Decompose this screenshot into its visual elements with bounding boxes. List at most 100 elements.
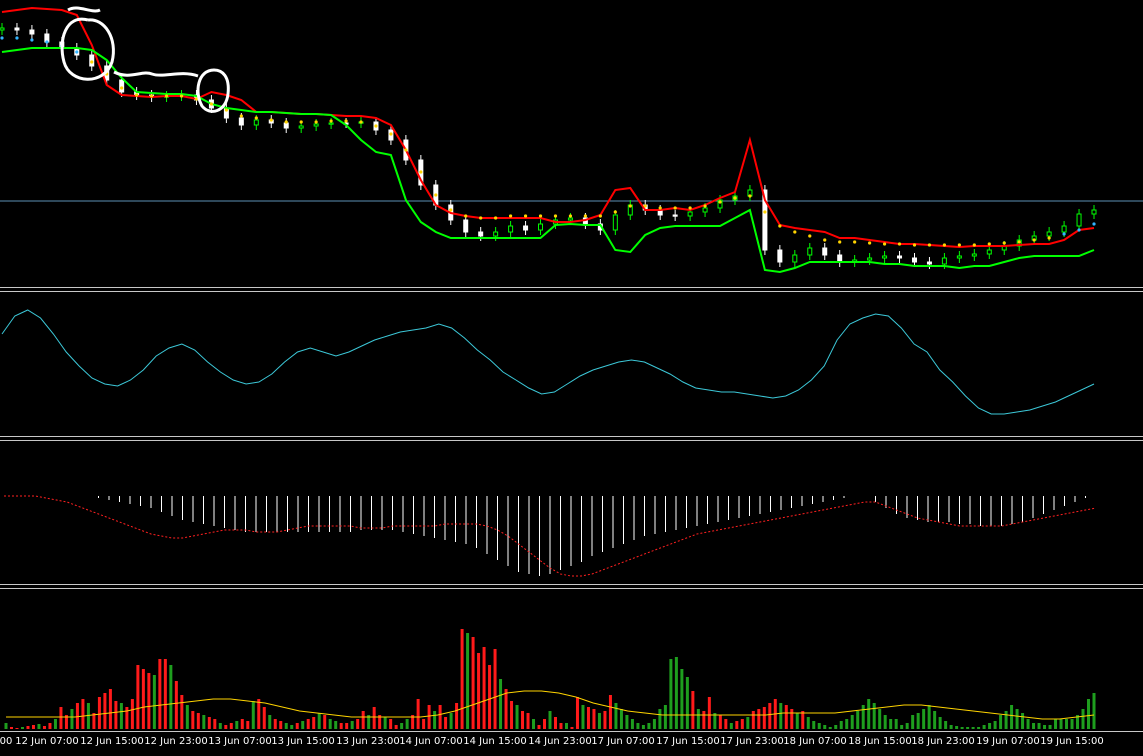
candle-body: [328, 122, 334, 125]
volume-bar: [141, 669, 145, 729]
moving-average-dot: [972, 243, 976, 247]
volume-bar: [922, 709, 926, 729]
moving-average-dot: [329, 119, 333, 123]
time-axis-label: 19 Jun 15:00: [1040, 736, 1104, 747]
volume-bar: [548, 711, 552, 729]
volume-bar: [180, 695, 184, 729]
volume-bar: [361, 711, 365, 729]
volume-bar: [735, 721, 739, 729]
candle-body: [253, 119, 259, 126]
volume-bar: [1092, 693, 1096, 729]
volume-bar: [625, 715, 629, 729]
volume-bar: [389, 719, 393, 729]
volume-bar: [163, 659, 167, 729]
time-axis-label: 14 Jun 07:00: [399, 736, 463, 747]
volume-bar: [218, 723, 222, 729]
volume-bar: [630, 719, 634, 729]
volume-bar: [779, 703, 783, 729]
candle-body: [882, 255, 888, 259]
moving-average-dot: [1017, 240, 1021, 244]
moving-average-dot: [823, 238, 827, 242]
volume-bar: [707, 697, 711, 729]
volume-bar: [394, 725, 398, 729]
volume-bar: [581, 705, 585, 729]
moving-average-dot: [164, 94, 169, 98]
moving-average-dot: [404, 148, 408, 152]
volume-bar: [894, 719, 898, 729]
volume-bar: [570, 727, 574, 729]
volume-bar: [1065, 719, 1069, 729]
moving-average-dot: [254, 116, 258, 120]
moving-average-dot: [449, 208, 453, 212]
lower-band-line: [1, 47, 1095, 274]
candle-body: [687, 211, 693, 217]
volume-bar: [839, 721, 843, 729]
volume-bar: [471, 637, 475, 729]
volume-bar: [669, 659, 673, 729]
volume-bar: [136, 665, 140, 729]
candle-body: [283, 122, 289, 129]
moving-average-dot: [209, 102, 214, 106]
volume-bar: [1021, 713, 1025, 729]
volume-bar: [768, 703, 772, 729]
volume-panel[interactable]: [0, 589, 1143, 731]
moving-average-dot: [987, 242, 991, 246]
volume-bar: [31, 725, 35, 729]
volume-bar: [543, 719, 547, 729]
volume-bar: [207, 717, 211, 729]
volume-bar: [460, 629, 464, 729]
moving-average-dot: [389, 132, 393, 136]
volume-bar: [564, 723, 568, 729]
volume-bar: [515, 705, 519, 729]
candle-body: [523, 225, 529, 231]
moving-average-dot: [479, 216, 483, 220]
time-axis-label: 12 Jun 23:00: [144, 736, 208, 747]
volume-bar: [20, 727, 24, 729]
volume-bar: [1010, 705, 1014, 729]
oscillator-panel[interactable]: [0, 292, 1143, 436]
moving-average-dot: [419, 170, 423, 174]
time-axis-line: [0, 731, 1143, 732]
volume-bar: [521, 711, 525, 729]
volume-bar: [26, 726, 30, 729]
volume-bar: [158, 659, 162, 729]
volume-bar: [911, 715, 915, 729]
candle-body: [1076, 213, 1082, 227]
moving-average-dot: [75, 50, 79, 54]
moving-average-dot: [688, 206, 692, 210]
macd-panel[interactable]: [0, 441, 1143, 584]
volume-bar: [235, 721, 239, 729]
price-chart-canvas: [0, 6, 1143, 274]
volume-bar: [658, 709, 662, 729]
chart-window[interactable]: 00 12 Jun 07:00 12 Jun 15:00 12 Jun 23:0…: [0, 0, 1143, 756]
moving-average-dot: [868, 241, 872, 245]
candle-body: [493, 231, 499, 237]
volume-bar: [1015, 709, 1019, 729]
volume-bar: [37, 724, 41, 729]
volume-bar: [977, 727, 981, 729]
volume-bar: [427, 705, 431, 729]
moving-average-dot: [269, 118, 273, 122]
candle-body: [941, 257, 947, 265]
volume-bar: [641, 725, 645, 729]
candle-body: [14, 27, 20, 31]
candle-body: [612, 214, 618, 231]
volume-bar: [97, 697, 101, 729]
volume-bar: [674, 657, 678, 729]
volume-bar: [433, 711, 437, 729]
candle-body: [986, 249, 992, 255]
volume-bar: [751, 711, 755, 729]
volume-bar: [740, 719, 744, 729]
moving-average-dot: [673, 206, 677, 210]
moving-average-dot: [90, 60, 94, 64]
price-chart-panel[interactable]: [0, 0, 1143, 287]
volume-bar: [279, 721, 283, 729]
annotation-stroke: [67, 6, 101, 13]
time-axis-label: 18 Jun 07:00: [783, 736, 847, 747]
moving-average-dot: [838, 240, 842, 244]
volume-bar: [608, 695, 612, 729]
moving-average-dot: [583, 214, 587, 218]
volume-bar: [114, 701, 118, 729]
volume-bar: [103, 693, 107, 729]
volume-bar: [152, 675, 156, 729]
